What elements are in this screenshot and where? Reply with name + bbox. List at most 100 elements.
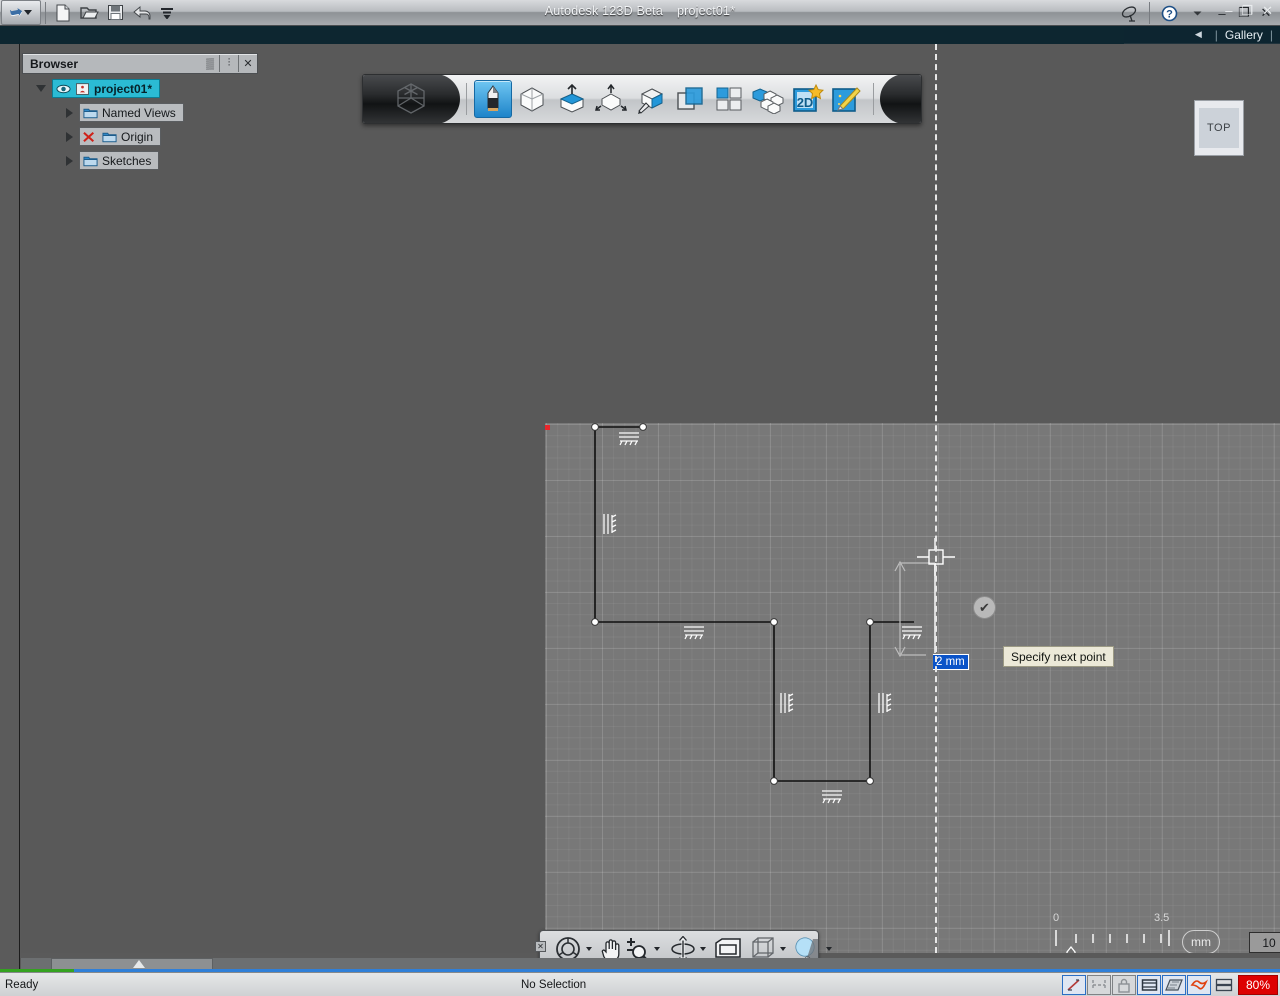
folder-icon <box>102 132 117 142</box>
scrollbar-grip-icon[interactable] <box>133 960 145 968</box>
browser-filter-icon[interactable]: ▒ <box>201 54 219 73</box>
divider <box>466 83 468 115</box>
title-bar: ➥ Autodesk 123D Beta project01* ? – ❐ ✕ <box>0 0 1280 26</box>
node-chip-origin[interactable]: Origin <box>79 127 162 146</box>
tree-item-named-views[interactable]: Named Views <box>22 102 272 123</box>
modify-tool[interactable] <box>592 80 629 118</box>
expander-right-icon[interactable] <box>66 107 73 118</box>
satellite-dish-icon[interactable] <box>1117 1 1143 25</box>
ruler-tick <box>1168 930 1170 946</box>
orbit-constraint-icon[interactable] <box>1187 975 1211 995</box>
document-minimize-button[interactable]: – <box>1225 4 1232 17</box>
part-icon <box>76 82 89 95</box>
primitives-tool[interactable] <box>514 80 551 118</box>
plane-icon[interactable] <box>1162 975 1186 995</box>
tree-item-sketches[interactable]: Sketches <box>22 150 272 171</box>
help-icon[interactable]: ? <box>1156 1 1182 25</box>
accept-check-icon[interactable]: ✔ <box>973 596 996 619</box>
save-file-button[interactable] <box>102 1 128 25</box>
tooltip-text: Specify next point <box>1011 649 1106 664</box>
lock-icon[interactable] <box>1112 975 1136 995</box>
command-prompt-tooltip: Specify next point <box>1003 646 1114 667</box>
sketch-edit-tool[interactable] <box>632 80 669 118</box>
document-restore-button[interactable]: ❐ <box>1241 4 1253 17</box>
undo-button[interactable] <box>128 1 154 25</box>
svg-text:2D: 2D <box>796 95 813 110</box>
node-chip-project[interactable]: project01* <box>52 79 161 98</box>
tree-item-project[interactable]: project01* <box>22 78 272 99</box>
main-toolbar: 2D <box>362 74 922 124</box>
tree-label-named-views: Named Views <box>102 105 176 120</box>
browser-close-icon[interactable]: ✕ <box>239 54 257 73</box>
node-chip-sketches[interactable]: Sketches <box>79 151 160 170</box>
window-layout-icon[interactable] <box>1212 975 1236 995</box>
document-title: project01* <box>676 4 736 18</box>
new-file-button[interactable] <box>50 1 76 25</box>
view-cube-face-label[interactable]: TOP <box>1199 108 1239 148</box>
dimension-value-input[interactable]: 2 mm <box>932 653 970 671</box>
status-selection-text: No Selection <box>521 978 587 991</box>
combine-tool[interactable] <box>671 80 708 118</box>
pattern-tool[interactable] <box>710 80 747 118</box>
toolbar-logo-cap <box>363 75 461 123</box>
document-close-button[interactable]: ✕ <box>1262 4 1273 17</box>
sketch-grid-plane <box>545 423 1280 953</box>
open-file-button[interactable] <box>76 1 102 25</box>
gallery-bar: ◀ | Gallery | <box>0 26 1280 44</box>
document-window-buttons: – ❐ ✕ <box>1225 4 1273 17</box>
combine-squares-icon <box>676 87 703 110</box>
ruler-tick <box>1126 934 1128 943</box>
navbar-close-icon[interactable]: ✕ <box>535 941 546 952</box>
browser-settings-icon[interactable]: ⫶ <box>220 54 238 73</box>
application-menu-button[interactable]: ➥ <box>1 0 41 25</box>
expander-down-icon[interactable] <box>36 85 46 92</box>
dimension-icon[interactable] <box>1087 975 1111 995</box>
cube-logo-icon <box>397 83 425 114</box>
ruler-tick <box>1143 934 1145 943</box>
assemble-tool[interactable] <box>750 80 787 118</box>
svg-text:?: ? <box>1166 8 1173 20</box>
chevron-down-icon[interactable] <box>654 946 660 951</box>
sketch-constraint-icon[interactable] <box>1062 975 1086 995</box>
browser-title: Browser <box>30 56 79 71</box>
view-cube[interactable]: TOP <box>1194 100 1244 156</box>
grid-snap-icon[interactable] <box>1137 975 1161 995</box>
folder-icon <box>83 108 98 118</box>
unit-badge[interactable]: mm <box>1182 930 1220 953</box>
help-dropdown-icon[interactable] <box>1184 1 1210 25</box>
ruler-tick <box>1092 934 1094 943</box>
drawing-2d-tool[interactable]: 2D <box>789 80 826 118</box>
gallery-tab[interactable]: Gallery <box>1225 28 1263 42</box>
hidden-x-icon <box>83 131 95 142</box>
sketch-tool[interactable] <box>474 80 512 118</box>
gallery-collapse-arrow-icon[interactable]: ◀ <box>1195 29 1202 40</box>
browser-panel: Browser ▒ ⫶ ✕ <box>22 53 258 75</box>
tree-label-project: project01* <box>94 81 153 96</box>
chevron-down-icon[interactable] <box>780 946 786 951</box>
dimension-value-text: 2 mm <box>933 655 968 669</box>
cube-icon <box>520 87 544 112</box>
ruler-tick <box>1075 934 1077 943</box>
customize-qat-button[interactable] <box>154 1 180 25</box>
node-chip-named-views[interactable]: Named Views <box>79 103 184 122</box>
browser-header: Browser ▒ ⫶ ✕ <box>22 53 258 74</box>
expander-right-icon[interactable] <box>66 131 73 142</box>
autodesk-logo-icon: ➥ <box>8 2 24 23</box>
construct-tool[interactable] <box>553 80 590 118</box>
ruler-tick-label-min: 0 <box>1053 912 1060 924</box>
chevron-down-icon <box>24 10 33 15</box>
zoom-percent-badge[interactable]: 80% <box>1238 975 1278 995</box>
expander-right-icon[interactable] <box>66 155 73 166</box>
folder-icon <box>83 156 98 166</box>
chevron-down-icon[interactable] <box>586 946 592 951</box>
smart-tool[interactable] <box>828 80 865 118</box>
viewport-canvas[interactable]: ✔ 2 mm Specify next point 0 3.5 mm 10 0.… <box>21 44 1280 953</box>
tree-item-origin[interactable]: Origin <box>22 126 272 147</box>
ruler-tick <box>1160 934 1162 943</box>
ruler-max-value[interactable]: 10 <box>1249 932 1280 953</box>
chevron-down-icon[interactable] <box>700 946 706 951</box>
ruler-slider-handle[interactable] <box>1066 946 1076 953</box>
divider <box>1149 2 1150 24</box>
chevron-down-icon[interactable] <box>826 946 832 951</box>
pencil-icon <box>487 85 499 111</box>
